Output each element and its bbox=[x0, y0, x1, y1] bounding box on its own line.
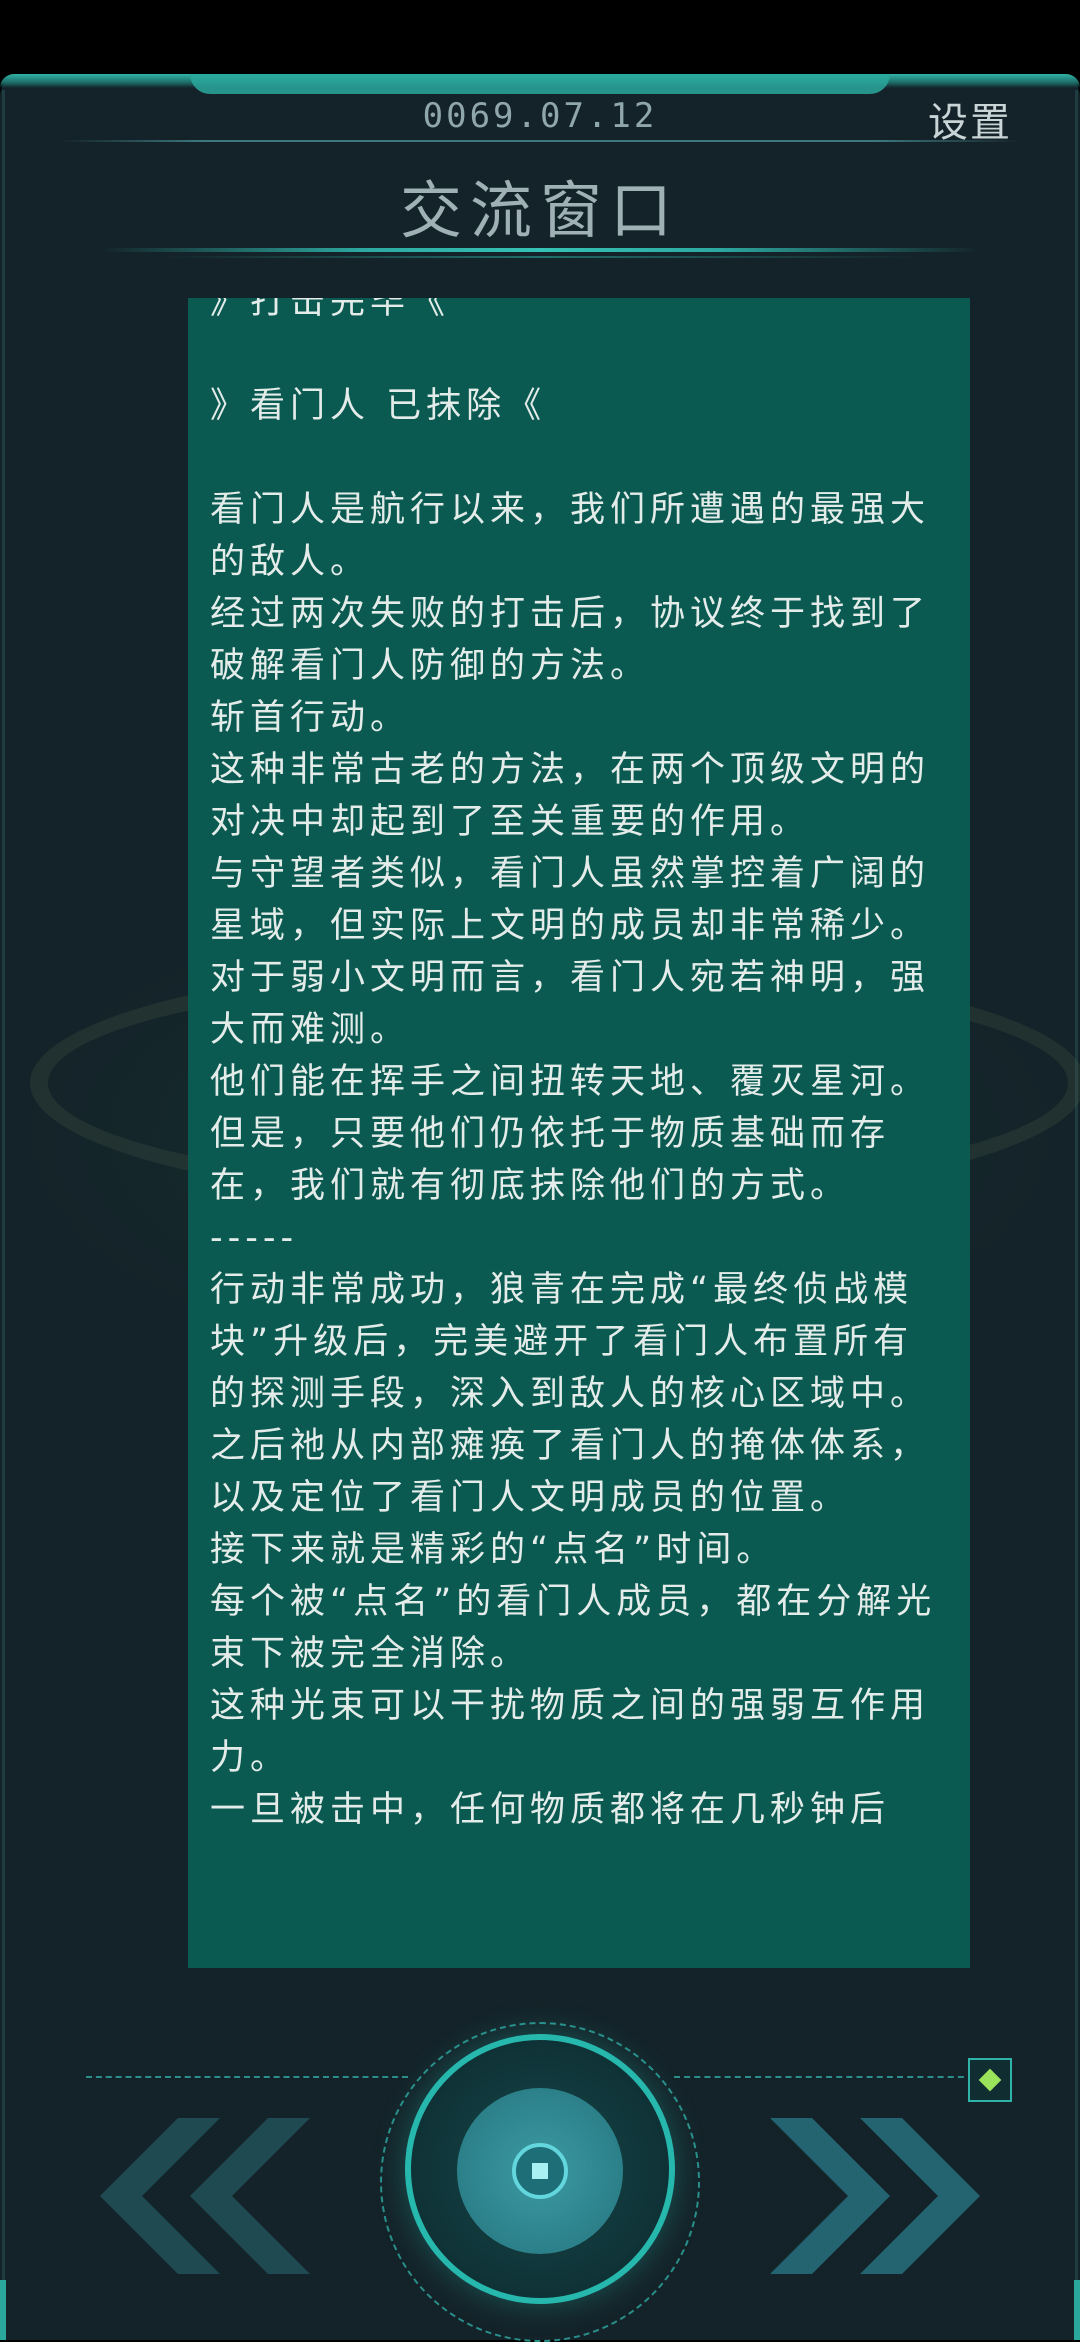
title-underline bbox=[100, 248, 980, 252]
frame-corner-right bbox=[1074, 2280, 1080, 2340]
date-label: 0069.07.12 bbox=[422, 96, 658, 136]
message-line: ----- bbox=[210, 1218, 299, 1258]
message-line: 对于弱小文明而言，看门人宛若神明，强大而难测。 bbox=[210, 958, 931, 1050]
dashed-line-right bbox=[674, 2076, 974, 2078]
message-line: 》打击完毕《 bbox=[210, 298, 451, 322]
message-line: 每个被“点名”的看门人成员，都在分解光束下被完全消除。 bbox=[210, 1582, 937, 1674]
message-line: 他们能在挥手之间扭转天地、覆灭星河。 bbox=[210, 1062, 931, 1102]
message-line: 行动非常成功，狼青在完成“最终侦战模块”升级后，完美避开了看门人布置所有的探测手… bbox=[210, 1270, 931, 1414]
double-chevron-right-icon[interactable] bbox=[760, 2118, 980, 2274]
message-text: 》打击完毕《》看门人 已抹除《看门人是航行以来，我们所遭遇的最强大的敌人。 经过两… bbox=[210, 298, 952, 1836]
message-line: 与守望者类似，看门人虽然掌控着广阔的星域，但实际上文明的成员却非常稀少。 bbox=[210, 854, 931, 946]
message-line: 经过两次失败的打击后，协议终于找到了破解看门人防御的方法。 bbox=[210, 594, 931, 686]
top-frame-notch bbox=[190, 74, 890, 94]
message-line: 之后祂从内部瘫痪了看门人的掩体体系，以及定位了看门人文明成员的位置。 bbox=[210, 1426, 931, 1518]
message-panel[interactable]: 》打击完毕《》看门人 已抹除《看门人是航行以来，我们所遭遇的最强大的敌人。 经过两… bbox=[188, 298, 970, 1968]
header-divider bbox=[60, 140, 1020, 142]
message-line: 但是，只要他们仍依托于物质基础而存在，我们就有彻底抹除他们的方式。 bbox=[210, 1114, 891, 1206]
dashed-line-left bbox=[86, 2076, 408, 2078]
message-line bbox=[210, 328, 952, 380]
message-line bbox=[210, 432, 952, 484]
message-line: 这种非常古老的方法，在两个顶级文明的对决中却起到了至关重要的作用。 bbox=[210, 750, 931, 842]
message-line: 接下来就是精彩的“点名”时间。 bbox=[210, 1530, 777, 1570]
double-chevron-left-icon[interactable] bbox=[100, 2118, 320, 2274]
title-underline-secondary bbox=[160, 256, 920, 258]
message-line: 这种光束可以干扰物质之间的强弱互作用力。 bbox=[210, 1686, 931, 1778]
frame-right-edge bbox=[1075, 90, 1078, 2320]
center-square-icon bbox=[532, 2163, 548, 2179]
message-line: 》看门人 已抹除《 bbox=[210, 386, 547, 426]
frame-corner-left bbox=[0, 2280, 6, 2340]
message-line: 看门人是航行以来，我们所遭遇的最强大的敌人。 bbox=[210, 490, 931, 582]
message-line: 一旦被击中，任何物质都将在几秒钟后 bbox=[210, 1790, 891, 1830]
message-line: 斩首行动。 bbox=[210, 698, 411, 738]
frame-left-edge bbox=[2, 90, 5, 2320]
page-title: 交流窗口 bbox=[399, 174, 680, 247]
